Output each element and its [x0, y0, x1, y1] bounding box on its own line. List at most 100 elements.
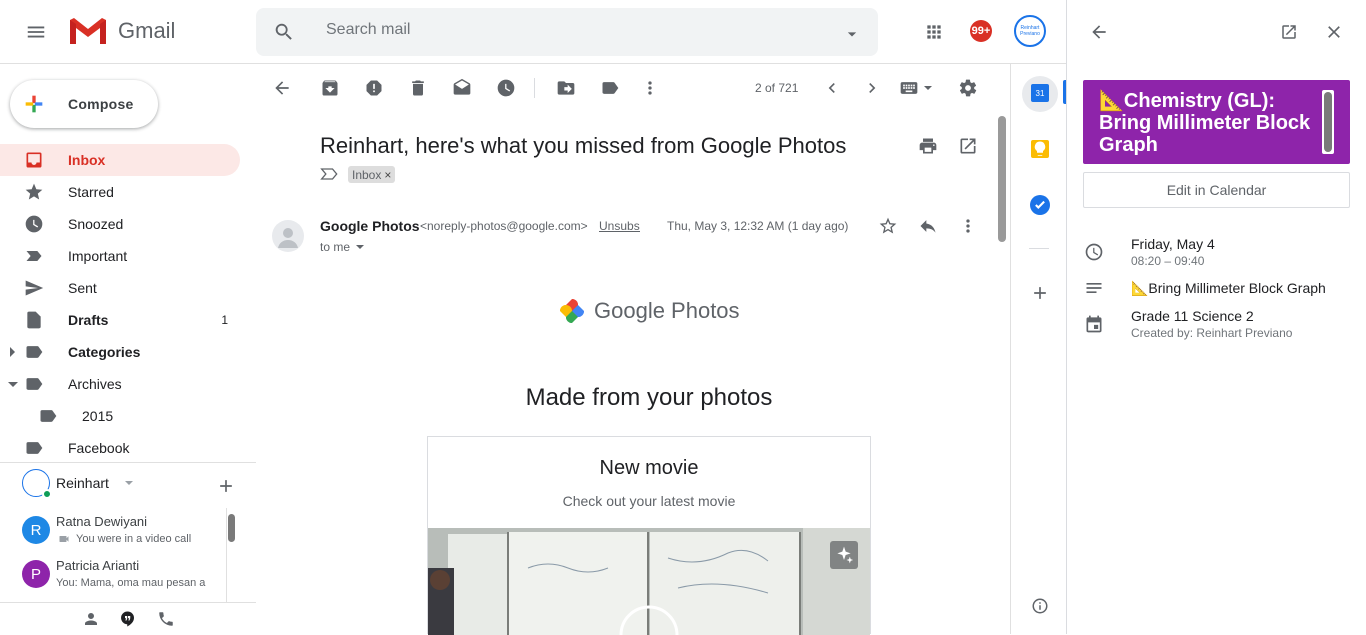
importance-marker-icon[interactable]	[320, 166, 340, 182]
sidebar-item-2015[interactable]: 2015	[0, 400, 240, 432]
panel-open-new-window-icon[interactable]	[1277, 20, 1301, 44]
input-tools-button[interactable]	[898, 78, 932, 98]
sidebar-item-archives[interactable]: Archives	[0, 368, 240, 400]
search-icon[interactable]	[272, 20, 296, 44]
contacts-scrollbar[interactable]	[228, 514, 235, 542]
labels-icon[interactable]	[598, 76, 622, 100]
panel-back-icon[interactable]	[1087, 20, 1111, 44]
sidebar-item-starred[interactable]: Starred	[0, 176, 240, 208]
newer-chevron-left-icon[interactable]	[820, 76, 844, 100]
description-icon	[1082, 276, 1106, 300]
contact-last-message: You: Mama, oma mau pesan a	[56, 577, 226, 589]
compose-button[interactable]: Compose	[10, 80, 158, 128]
inbox-label-chip[interactable]: Inbox ×	[348, 166, 396, 183]
move-to-icon[interactable]	[554, 76, 578, 100]
hangouts-status-dropdown-icon[interactable]	[125, 481, 133, 485]
search-input[interactable]	[326, 21, 806, 39]
event-time: 08:20 – 09:40	[1131, 254, 1205, 268]
remove-label-icon[interactable]: ×	[384, 168, 391, 182]
main-menu-button[interactable]	[24, 20, 48, 44]
send-icon	[22, 276, 46, 300]
label-icon	[22, 372, 46, 396]
new-conversation-icon[interactable]	[214, 474, 238, 498]
email-scrollbar[interactable]	[998, 116, 1006, 242]
recipients-caret-icon	[356, 245, 365, 249]
star-icon[interactable]	[876, 214, 900, 238]
account-avatar[interactable]: Reinhart Previano	[1014, 15, 1046, 47]
open-new-window-icon[interactable]	[956, 134, 980, 158]
hangouts-user[interactable]: Reinhart	[22, 469, 109, 499]
online-status-dot	[42, 489, 52, 499]
info-icon[interactable]	[1028, 594, 1052, 618]
tasks-app-icon[interactable]	[1030, 195, 1050, 215]
panel-close-icon[interactable]	[1322, 20, 1346, 44]
contact-name: Ratna Dewiyani	[56, 514, 148, 529]
sidebar-item-label: Categories	[68, 344, 141, 360]
more-options-icon[interactable]	[638, 76, 662, 100]
movie-card[interactable]: New movie Check out your latest movie	[427, 436, 871, 635]
gmail-logo[interactable]: Gmail	[68, 16, 175, 46]
unsubscribe-link[interactable]: Unsubscribe	[599, 219, 640, 233]
sidebar-item-inbox[interactable]: Inbox	[0, 144, 240, 176]
notifications-badge[interactable]: 99+	[970, 20, 992, 42]
hangouts-contact[interactable]: P Patricia Arianti You: Mama, oma mau pe…	[22, 554, 227, 596]
more-actions-icon[interactable]	[956, 214, 980, 238]
delete-icon[interactable]	[406, 76, 430, 100]
hangouts-divider	[0, 462, 256, 463]
expand-caret-icon[interactable]	[10, 347, 15, 357]
print-icon[interactable]	[916, 134, 940, 158]
snooze-icon[interactable]	[494, 76, 518, 100]
contacts-scroll-track	[226, 508, 227, 602]
mark-unread-icon[interactable]	[450, 76, 474, 100]
sidebar-item-snoozed[interactable]: Snoozed	[0, 208, 240, 240]
recipients-toggle[interactable]: to me	[320, 240, 365, 254]
email-body-heading: Made from your photos	[525, 384, 773, 411]
get-addons-plus-icon[interactable]	[1028, 281, 1052, 305]
sidebar-item-sent[interactable]: Sent	[0, 272, 240, 304]
sidebar-item-drafts[interactable]: Drafts 1	[0, 304, 240, 336]
keep-app-icon[interactable]	[1031, 140, 1049, 158]
sidebar-item-label: Archives	[68, 376, 122, 392]
sidebar-item-label: Drafts	[68, 312, 109, 328]
hangouts-contact[interactable]: R Ratna Dewiyani You were in a video cal…	[22, 510, 227, 552]
clock-icon	[22, 212, 46, 236]
email-date: Thu, May 3, 12:32 AM (1 day ago)	[667, 219, 849, 233]
input-tools-caret-icon	[924, 86, 932, 90]
contact-message-text: You: Mama, oma mau pesan a	[56, 577, 206, 589]
back-icon[interactable]	[270, 76, 294, 100]
contacts-icon[interactable]	[79, 607, 103, 631]
collapse-caret-icon[interactable]	[8, 382, 18, 387]
label-icon	[36, 404, 60, 428]
apps-grid-icon[interactable]	[922, 20, 946, 44]
search-options-icon[interactable]	[840, 22, 864, 46]
sidebar-item-categories[interactable]: Categories	[0, 336, 240, 368]
phone-icon[interactable]	[154, 607, 178, 631]
page-count: 2 of 721	[755, 81, 799, 95]
sidebar-item-important[interactable]: Important	[0, 240, 240, 272]
older-chevron-right-icon[interactable]	[860, 76, 884, 100]
side-panel-rail: 31	[1010, 64, 1066, 634]
report-spam-icon[interactable]	[362, 76, 386, 100]
hangouts-icon[interactable]	[116, 607, 140, 631]
reply-icon[interactable]	[916, 214, 940, 238]
sidebar-item-label: Important	[68, 248, 128, 264]
drafts-count: 1	[221, 313, 228, 327]
inbox-icon	[22, 148, 46, 172]
google-photos-logo: Google Photos	[558, 297, 740, 325]
archive-icon[interactable]	[318, 76, 342, 100]
event-description: 📐Bring Millimeter Block Graph	[1131, 280, 1326, 296]
recipients-text: to me	[320, 240, 351, 254]
settings-gear-icon[interactable]	[956, 76, 980, 100]
contact-message-text: You were in a video call	[76, 533, 192, 545]
compose-plus-icon	[24, 94, 44, 114]
calendar-app-icon[interactable]: 31	[1031, 84, 1049, 102]
edit-in-calendar-button[interactable]: Edit in Calendar	[1083, 172, 1350, 208]
app-name: Gmail	[118, 18, 176, 43]
app-header: Gmail 99+ Reinhart Previano	[0, 0, 1066, 64]
event-title-scrollbar[interactable]	[1324, 92, 1332, 152]
search-bar[interactable]	[256, 8, 878, 56]
sidebar-item-facebook[interactable]: Facebook	[0, 432, 240, 464]
movie-thumbnail[interactable]	[428, 528, 870, 635]
video-call-icon	[59, 536, 69, 542]
google-photos-wordmark: Google Photos	[594, 298, 740, 323]
